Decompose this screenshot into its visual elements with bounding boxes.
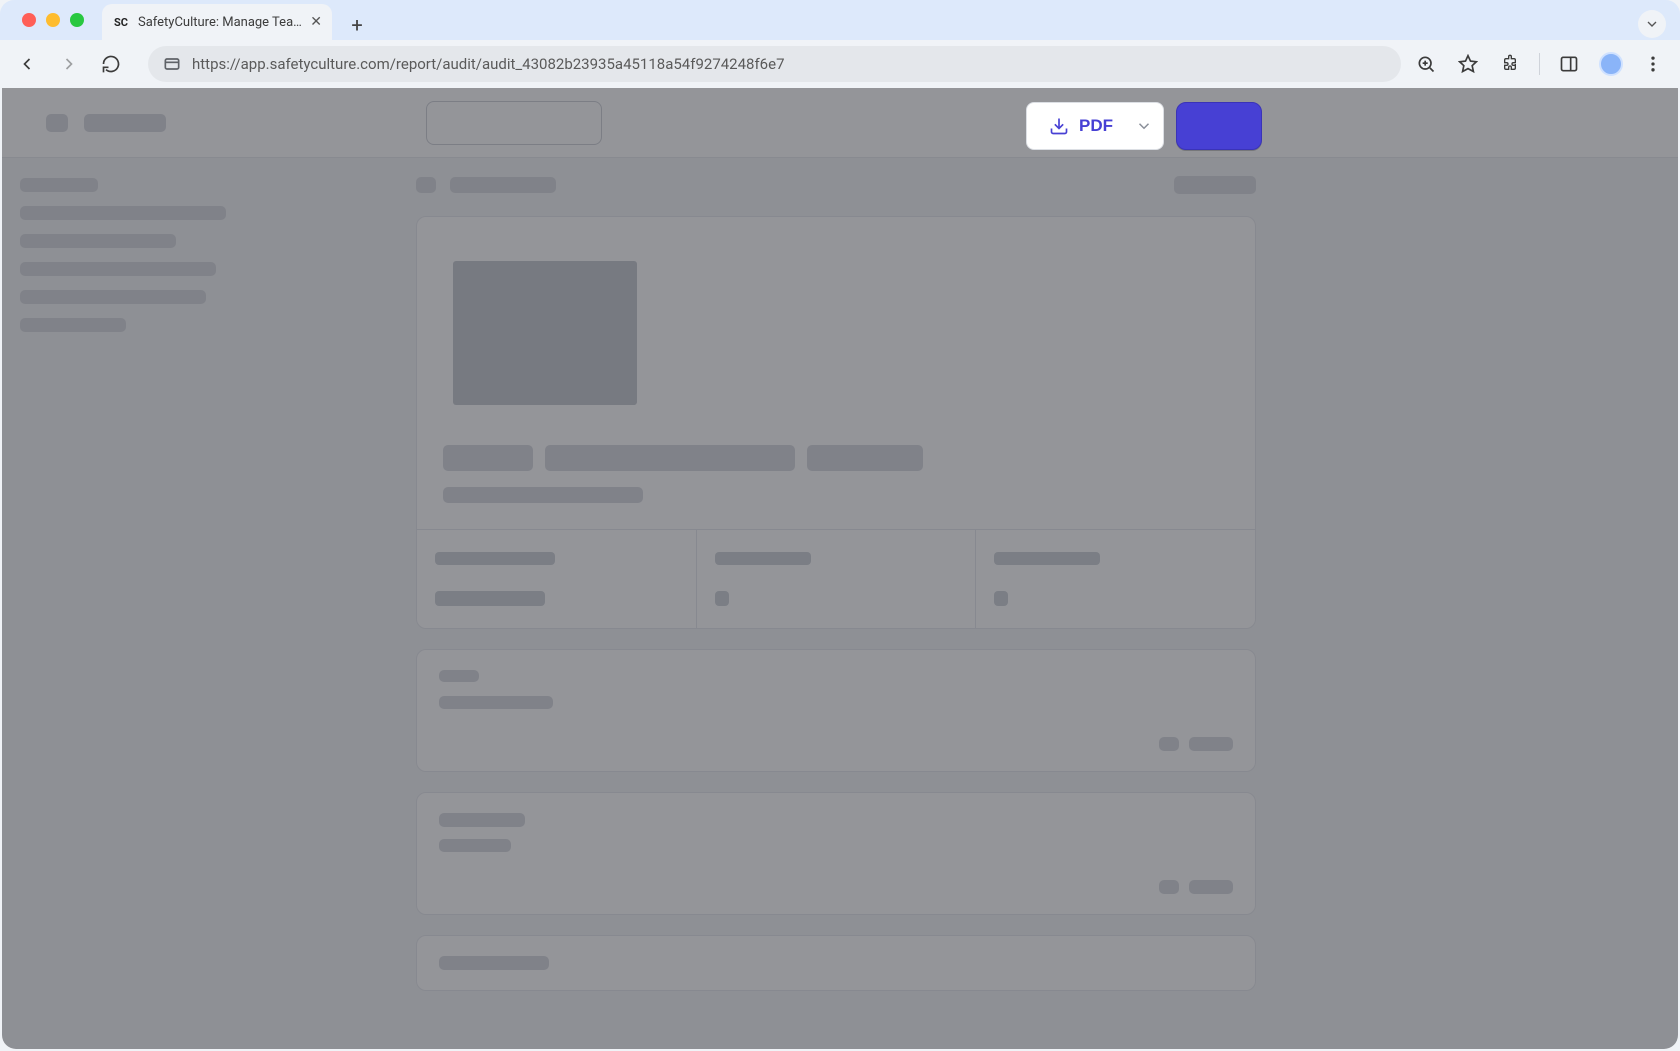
export-format-dropdown[interactable] [1124, 102, 1164, 150]
nav-item-skeleton [20, 290, 206, 304]
close-window-button[interactable] [22, 13, 36, 27]
subtitle-skeleton [443, 487, 643, 503]
section-text-skeleton [439, 696, 553, 709]
search-skeleton [426, 101, 602, 145]
minimize-window-button[interactable] [46, 13, 60, 27]
stat-label-skeleton [994, 552, 1100, 565]
section-card-skeleton [416, 792, 1256, 915]
bookmark-icon[interactable] [1451, 47, 1485, 81]
title-chip-skeleton [545, 445, 795, 471]
meta-skeleton [1189, 880, 1233, 894]
window-controls [12, 0, 102, 40]
export-action-group: PDF [1026, 102, 1262, 150]
address-url: https://app.safetyculture.com/report/aud… [192, 55, 785, 73]
primary-action-button[interactable] [1176, 102, 1262, 150]
stat-label-skeleton [435, 552, 555, 565]
stat-value-skeleton [435, 591, 545, 606]
stat-label-skeleton [715, 552, 811, 565]
tabs-dropdown-button[interactable] [1638, 10, 1666, 38]
zoom-icon[interactable] [1409, 47, 1443, 81]
nav-item-skeleton [20, 262, 216, 276]
browser-chrome: SC SafetyCulture: Manage Teams and... ✕ … [0, 0, 1680, 88]
browser-menu-button[interactable] [1636, 47, 1670, 81]
profile-button[interactable] [1594, 47, 1628, 81]
nav-item-skeleton [20, 178, 98, 192]
side-panel-icon[interactable] [1552, 47, 1586, 81]
address-bar[interactable]: https://app.safetyculture.com/report/aud… [148, 46, 1401, 82]
meta-skeleton [1159, 880, 1179, 894]
section-card-skeleton [416, 649, 1256, 772]
nav-item-skeleton [20, 206, 226, 220]
meta-skeleton [1159, 737, 1179, 751]
section-label-skeleton [439, 670, 479, 682]
export-pdf-button[interactable]: PDF [1026, 102, 1136, 150]
section-label-skeleton [439, 956, 549, 970]
new-tab-button[interactable]: + [342, 10, 372, 40]
section-card-skeleton [416, 935, 1256, 991]
breadcrumb-skeleton [450, 177, 556, 193]
header-action-skeleton [1174, 176, 1256, 194]
tab-title: SafetyCulture: Manage Teams and... [138, 15, 302, 30]
menu-icon-skeleton [46, 114, 68, 132]
nav-forward-button[interactable] [52, 47, 86, 81]
title-chip-skeleton [807, 445, 923, 471]
browser-toolbar: https://app.safetyculture.com/report/aud… [0, 40, 1680, 88]
hero-card-skeleton [416, 216, 1256, 629]
nav-back-button[interactable] [10, 47, 44, 81]
meta-skeleton [1189, 737, 1233, 751]
export-pdf-label: PDF [1079, 116, 1113, 136]
title-chip-skeleton [443, 445, 533, 471]
tab-strip: SC SafetyCulture: Manage Teams and... ✕ … [0, 0, 1680, 40]
site-info-icon[interactable] [162, 54, 182, 74]
browser-tab-active[interactable]: SC SafetyCulture: Manage Teams and... ✕ [102, 4, 332, 40]
toolbar-divider [1539, 53, 1540, 75]
extensions-icon[interactable] [1493, 47, 1527, 81]
hero-image-skeleton [453, 261, 637, 405]
maximize-window-button[interactable] [70, 13, 84, 27]
nav-item-skeleton [20, 318, 126, 332]
left-nav-skeleton [20, 178, 280, 346]
tab-favicon: SC [112, 13, 130, 31]
report-header-skeleton [416, 176, 1256, 194]
section-label-skeleton [439, 813, 525, 827]
back-icon-skeleton [416, 177, 436, 193]
download-icon [1049, 116, 1069, 136]
reload-button[interactable] [94, 47, 128, 81]
stats-row-skeleton [417, 529, 1255, 628]
app-header [2, 88, 1678, 158]
report-skeleton [416, 176, 1256, 1031]
nav-item-skeleton [20, 234, 176, 248]
stat-value-skeleton [994, 591, 1008, 606]
app-viewport: PDF [2, 88, 1678, 1049]
section-text-skeleton [439, 839, 511, 852]
brand-skeleton [84, 114, 166, 132]
chevron-down-icon [1135, 117, 1153, 135]
tab-close-icon[interactable]: ✕ [310, 14, 322, 30]
stat-value-skeleton [715, 591, 729, 606]
